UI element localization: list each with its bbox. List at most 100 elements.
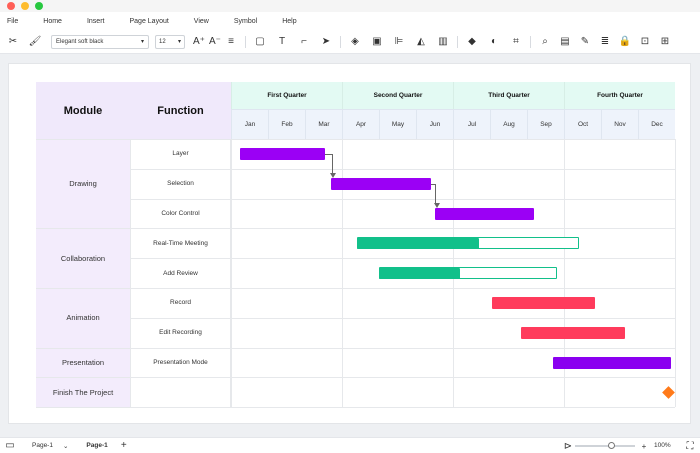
task-bar[interactable] — [491, 296, 596, 309]
task-bar-progress[interactable] — [379, 267, 461, 279]
chevron-down-icon: ⌄ — [62, 442, 69, 450]
month-header: Jun — [416, 109, 453, 139]
module-label: Collaboration — [60, 253, 106, 263]
function-label: Edit Recording — [159, 329, 202, 337]
font-size-value: 12 — [159, 38, 166, 45]
zoom-level[interactable]: 100% — [654, 442, 671, 449]
toolbar-divider — [530, 35, 531, 48]
month-header: Dec — [638, 109, 675, 139]
font-family-select[interactable]: Elegant soft black ▾ — [51, 34, 149, 49]
line-color-icon[interactable]: ✎ — [577, 34, 593, 50]
connector-tool-icon[interactable]: ⌐ — [296, 34, 312, 50]
line-style-icon[interactable]: ≣ — [597, 34, 613, 50]
grid-line — [36, 407, 130, 409]
text-tool-icon[interactable]: T — [274, 34, 290, 50]
current-page-label: Page-1 — [32, 442, 53, 449]
grid-line — [130, 377, 675, 379]
status-bar: ▭ Page-1 ⌄ Page-1 + ⊳ − + 100% ⛶ — [0, 437, 700, 453]
comment-icon[interactable]: ▤ — [557, 34, 573, 50]
page-list-icon[interactable]: ▭ — [2, 438, 18, 453]
maximize-window-button[interactable] — [35, 2, 43, 10]
zoom-in-icon[interactable]: + — [636, 438, 652, 453]
toolbar-divider — [245, 35, 246, 48]
task-bar-progress[interactable] — [356, 237, 479, 249]
function-header: Function — [130, 82, 231, 139]
format-painter-icon[interactable]: 🖌 — [27, 34, 43, 50]
quarter-header: Fourth Quarter — [564, 82, 675, 109]
module-label: Presentation — [61, 357, 105, 367]
fill-color-icon[interactable]: ◆ — [464, 34, 480, 50]
function-label: Selection — [167, 180, 194, 188]
zoom-slider-handle[interactable] — [608, 442, 615, 449]
menu-view[interactable]: View — [187, 18, 219, 25]
menu-page-layout[interactable]: Page Layout — [122, 18, 178, 25]
page-tab-1[interactable]: Page-1 — [80, 442, 113, 449]
dependency-line — [325, 153, 333, 174]
menu-symbol[interactable]: Symbol — [227, 18, 267, 25]
grid-line — [675, 139, 676, 407]
month-header: Mar — [305, 109, 342, 139]
function-label: Layer — [172, 150, 189, 158]
crop-icon[interactable]: ⌗ — [508, 34, 524, 50]
function-label: Add Review — [163, 269, 198, 277]
function-label: Color Control — [161, 209, 200, 217]
shadow-icon[interactable]: ◐ — [486, 34, 502, 50]
dependency-line — [430, 183, 437, 204]
toolbar: ✂ 🖌 Elegant soft black ▾ 12 ▾ A⁺ A⁻ ≡ ▢ … — [0, 30, 700, 54]
close-window-button[interactable] — [7, 2, 15, 10]
task-bar[interactable] — [330, 177, 431, 190]
function-label: Real-Time Meeting — [153, 239, 208, 247]
align-icon[interactable]: ≡ — [223, 34, 239, 50]
page-selector[interactable]: Page-1 ⌄ — [26, 442, 74, 450]
flip-icon[interactable]: ◭ — [413, 34, 429, 50]
month-header: Oct — [564, 109, 601, 139]
module-label: Drawing — [69, 179, 97, 189]
toolbar-divider — [340, 35, 341, 48]
layers-icon[interactable]: ◈ — [347, 34, 363, 50]
menu-help[interactable]: Help — [275, 18, 306, 25]
task-bar[interactable] — [434, 207, 535, 220]
increase-font-icon[interactable]: A⁺ — [191, 34, 207, 50]
expand-icon[interactable]: ⊞ — [657, 34, 673, 50]
more-icon[interactable]: ⊡ — [637, 34, 653, 50]
decrease-font-icon[interactable]: A⁻ — [207, 34, 223, 50]
zoom-slider[interactable] — [575, 445, 635, 447]
grid-line — [130, 407, 675, 409]
task-bar[interactable] — [521, 326, 626, 339]
function-label: Record — [170, 299, 191, 307]
fullscreen-icon[interactable]: ⛶ — [682, 438, 698, 453]
task-bar[interactable] — [552, 356, 672, 369]
distribute-icon[interactable]: ⊫ — [391, 34, 407, 50]
font-size-select[interactable]: 12 ▾ — [155, 34, 185, 49]
rectangle-tool-icon[interactable]: ▢ — [252, 34, 268, 50]
menu-insert[interactable]: Insert — [80, 18, 115, 25]
arrange-icon[interactable]: ▥ — [435, 34, 451, 50]
function-label: Presentation Mode — [153, 358, 208, 366]
page-tab-label: Page-1 — [86, 442, 108, 449]
pointer-tool-icon[interactable]: ➤ — [318, 34, 334, 50]
task-bar[interactable] — [240, 147, 326, 160]
arrow-icon — [434, 202, 440, 208]
minimize-window-button[interactable] — [21, 2, 29, 10]
module-label: Animation — [66, 313, 100, 323]
month-header: Sep — [527, 109, 564, 139]
module-header: Module — [36, 82, 130, 139]
quarter-header: First Quarter — [231, 82, 342, 109]
add-page-icon[interactable]: + — [116, 438, 132, 453]
menu-file[interactable]: File — [0, 18, 28, 25]
lock-icon[interactable]: 🔒 — [617, 34, 633, 50]
font-family-value: Elegant soft black — [56, 38, 104, 45]
module-label: Finish The Project — [52, 387, 114, 397]
menu-bar: File Home Insert Page Layout View Symbol… — [0, 12, 700, 30]
toolbar-divider — [457, 35, 458, 48]
arrow-icon — [330, 172, 337, 178]
menu-home[interactable]: Home — [36, 18, 72, 25]
month-header: Aug — [490, 109, 527, 139]
month-header: Jan — [231, 109, 268, 139]
month-header: Apr — [342, 109, 379, 139]
quarter-header: Third Quarter — [453, 82, 564, 109]
cut-icon[interactable]: ✂ — [5, 34, 21, 50]
month-header: Nov — [601, 109, 638, 139]
group-icon[interactable]: ▣ — [369, 34, 385, 50]
search-icon[interactable]: ⌕ — [537, 34, 553, 50]
